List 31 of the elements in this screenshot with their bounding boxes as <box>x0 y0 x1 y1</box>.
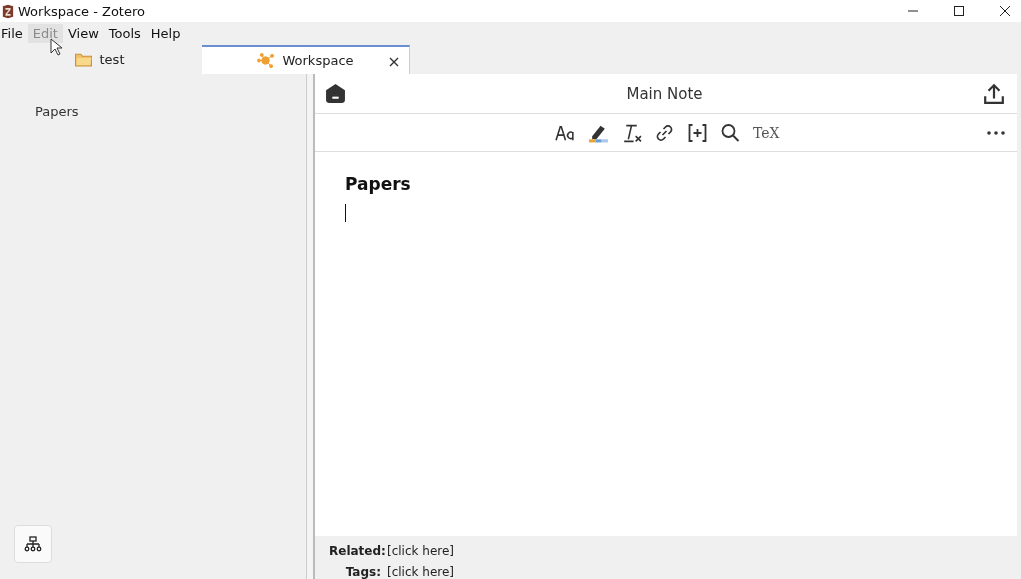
export-icon[interactable] <box>983 82 1005 105</box>
menu-item[interactable]: View <box>62 23 104 43</box>
insert-citation-icon[interactable] <box>687 122 708 143</box>
tree-view-button[interactable] <box>14 525 52 563</box>
note-title: Main Note <box>626 84 703 103</box>
close-icon[interactable] <box>999 5 1011 17</box>
click-here-link[interactable]: [click here] <box>387 541 1017 562</box>
click-here-link[interactable]: [click here] <box>387 562 1017 579</box>
menu-item[interactable]: Tools <box>103 23 146 43</box>
tab[interactable]: Workspace <box>202 45 410 74</box>
folder-icon <box>74 52 92 67</box>
hierarchy-icon <box>24 536 42 552</box>
tab[interactable]: test <box>0 45 199 74</box>
tex-button[interactable]: TeX <box>753 124 780 141</box>
link-icon[interactable] <box>654 122 675 143</box>
home-icon[interactable] <box>325 83 346 104</box>
text-cursor <box>345 204 346 222</box>
maximize-icon[interactable] <box>953 5 965 17</box>
sidebar-item[interactable]: Papers <box>14 104 306 119</box>
search-icon[interactable] <box>720 122 741 143</box>
mouse-cursor-icon <box>50 38 62 56</box>
window-title: Workspace - Zotero <box>18 3 145 19</box>
close-icon[interactable] <box>389 57 399 67</box>
app-logo-icon <box>2 3 14 19</box>
menu-item[interactable]: File <box>0 23 28 43</box>
clear-format-icon[interactable] <box>621 122 642 143</box>
menu-item[interactable]: Help <box>145 23 186 43</box>
network-icon <box>257 53 275 68</box>
field-label: Tags: <box>344 564 381 579</box>
more-icon[interactable] <box>987 131 1005 135</box>
note-heading: Papers <box>345 174 411 194</box>
